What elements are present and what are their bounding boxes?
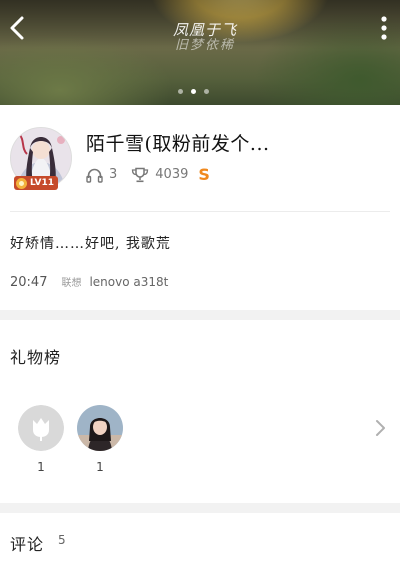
banner-carousel[interactable]: 凤凰于飞 旧梦依稀 xyxy=(0,0,400,105)
headphones-icon xyxy=(86,168,103,183)
avatar xyxy=(77,405,123,451)
user-stats: 3 4039 S xyxy=(86,165,210,184)
post-card: LV11 陌千雪(取粉前发个... 3 4039 S 好矫情……好吧, 我歌荒 xyxy=(0,105,400,310)
s-badge-icon: S xyxy=(198,165,210,184)
comments-section: 评论 5 xyxy=(0,513,400,566)
comments-title: 评论 xyxy=(10,535,45,554)
post-time: 20:47 xyxy=(10,275,48,290)
banner-title: 凤凰于飞 xyxy=(172,21,237,39)
gift-rank-item[interactable]: 1 xyxy=(76,405,124,474)
gift-rank-item[interactable]: 1 xyxy=(17,405,65,474)
trophy-icon xyxy=(132,167,149,182)
username[interactable]: 陌千雪(取粉前发个... xyxy=(86,129,270,156)
device-brand: 联想 xyxy=(61,278,82,289)
carousel-dot[interactable] xyxy=(204,89,209,94)
user-avatar-wrap[interactable]: LV11 xyxy=(10,127,72,190)
device-model: lenovo a318t xyxy=(89,275,169,289)
comment-count: 5 xyxy=(58,533,66,547)
post-meta: 20:47 联想 lenovo a318t xyxy=(10,274,168,290)
banner-caption: 凤凰于飞 旧梦依稀 xyxy=(150,22,260,53)
gift-count: 1 xyxy=(37,460,45,474)
banner-subtitle: 旧梦依稀 xyxy=(174,37,235,53)
carousel-dot-active[interactable] xyxy=(191,89,196,94)
divider xyxy=(10,211,390,212)
tulip-gift-icon xyxy=(18,405,64,451)
gift-ranking-title: 礼物榜 xyxy=(10,348,62,367)
medal-icon xyxy=(16,177,27,189)
trophy-stat: 4039 xyxy=(131,167,188,183)
carousel-indicator xyxy=(178,89,209,94)
carousel-dot[interactable] xyxy=(178,89,183,94)
listen-stat: 3 xyxy=(86,167,117,183)
level-label: LV11 xyxy=(30,178,54,188)
back-button[interactable] xyxy=(6,12,34,44)
gift-ranking-section[interactable]: 礼物榜 1 1 xyxy=(0,320,400,503)
more-vertical-icon xyxy=(381,16,387,40)
listen-count: 3 xyxy=(109,167,118,182)
more-menu-button[interactable] xyxy=(376,14,392,44)
level-badge: LV11 xyxy=(14,176,58,190)
gift-count: 1 xyxy=(96,460,104,474)
back-arrow-icon xyxy=(10,16,24,40)
chevron-right-icon[interactable] xyxy=(374,418,386,438)
post-text: 好矫情……好吧, 我歌荒 xyxy=(10,236,171,252)
trophy-count: 4039 xyxy=(155,167,189,182)
